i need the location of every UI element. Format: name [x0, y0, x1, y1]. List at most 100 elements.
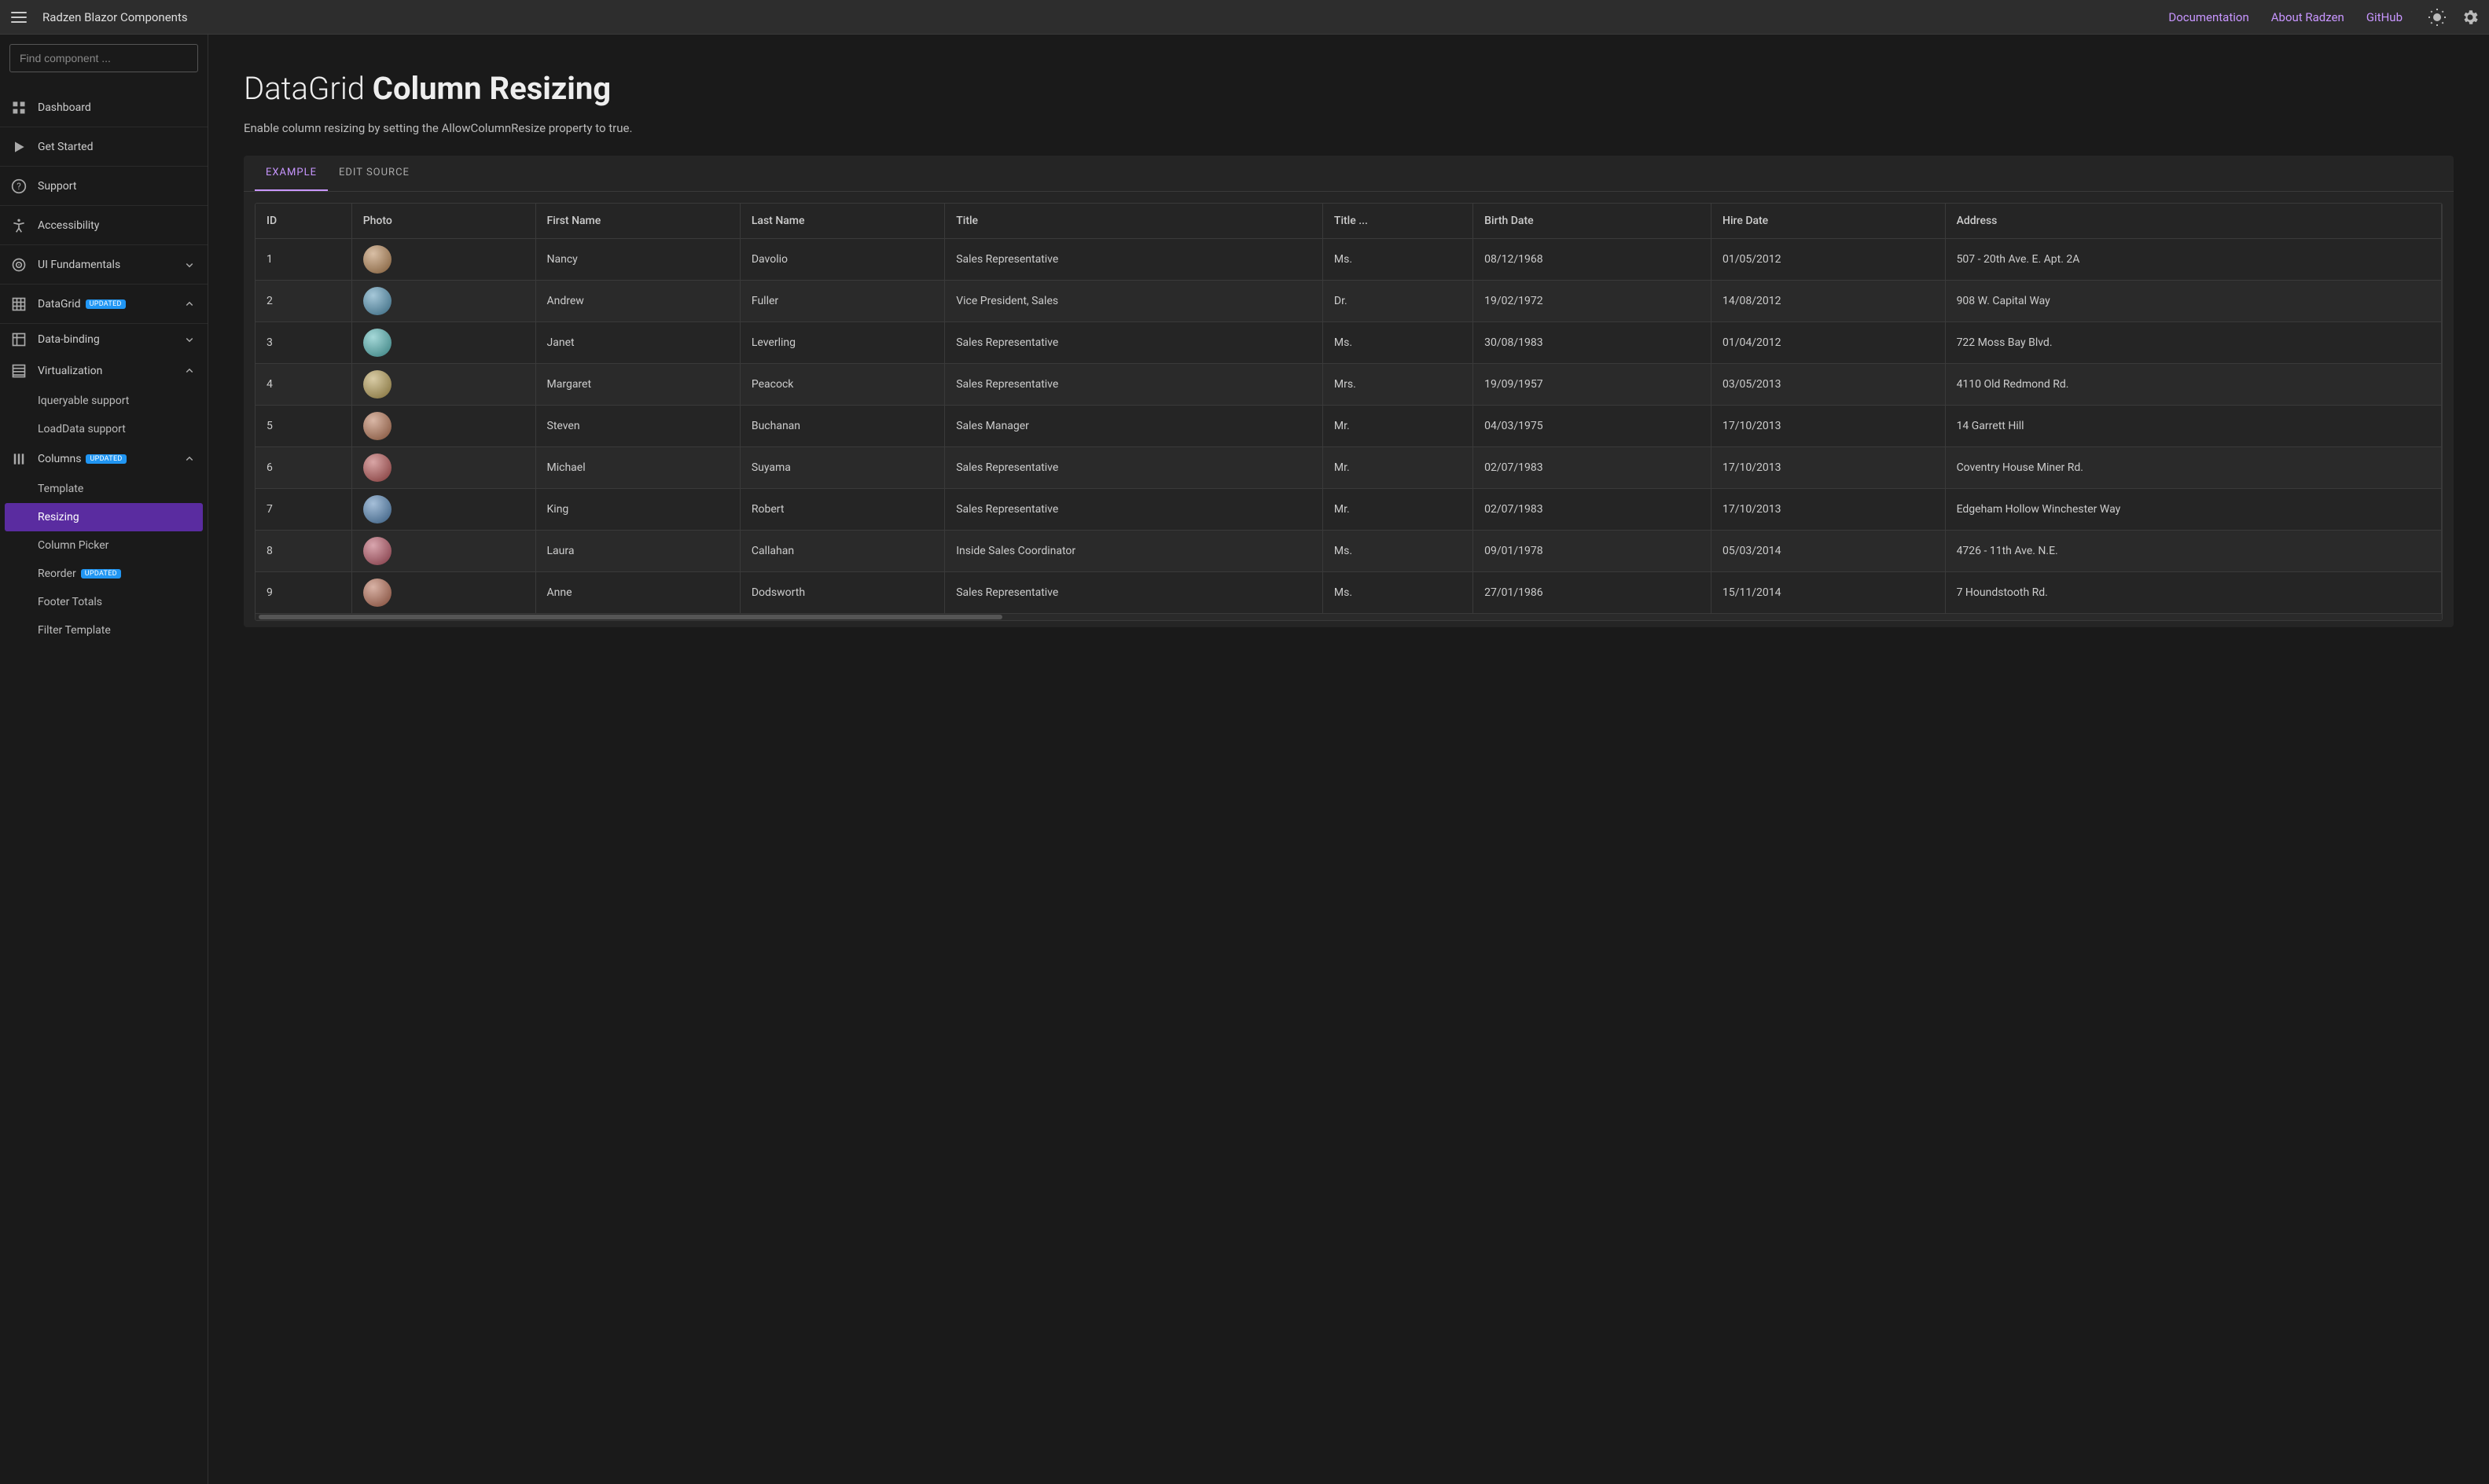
sidebar-item-label: Iqueryable support	[38, 395, 129, 407]
sidebar-item-virtualization[interactable]: Virtualization	[0, 355, 208, 387]
column-header-address[interactable]: Address	[1945, 204, 2441, 238]
cell-title-of-courtesy: Ms.	[1322, 321, 1472, 363]
column-header-hire-date[interactable]: Hire Date	[1711, 204, 1946, 238]
cell-first-name: King	[535, 488, 740, 530]
sidebar-item-filter-template[interactable]: Filter Template	[0, 616, 208, 645]
app-bar: Radzen Blazor Components Documentation A…	[0, 0, 2489, 35]
cell-birth-date: 04/03/1975	[1473, 405, 1711, 446]
cell-first-name: Margaret	[535, 363, 740, 405]
cell-photo	[351, 530, 535, 571]
cell-address: Edgeham Hollow Winchester Way	[1945, 488, 2441, 530]
cell-hire-date: 05/03/2014	[1711, 530, 1946, 571]
theme-toggle-icon[interactable]	[2428, 8, 2447, 27]
table-row[interactable]: 9AnneDodsworthSales RepresentativeMs.27/…	[256, 571, 2442, 613]
sidebar-item-ui-fundamentals[interactable]: UI Fundamentals	[0, 245, 208, 285]
sidebar-item-iqueryable-support[interactable]: Iqueryable support	[0, 387, 208, 415]
sidebar-item-dashboard[interactable]: Dashboard	[0, 88, 208, 127]
sidebar-item-reorder[interactable]: ReorderUPDATED	[0, 560, 208, 588]
cell-last-name: Leverling	[740, 321, 944, 363]
cell-birth-date: 02/07/1983	[1473, 446, 1711, 488]
cell-address: 14 Garrett Hill	[1945, 405, 2441, 446]
sidebar-item-footer-totals[interactable]: Footer Totals	[0, 588, 208, 616]
cell-title-of-courtesy: Mr.	[1322, 405, 1472, 446]
settings-icon[interactable]	[2461, 8, 2480, 27]
cell-id: 4	[256, 363, 351, 405]
cell-address: 722 Moss Bay Blvd.	[1945, 321, 2441, 363]
nav-link-documentation[interactable]: Documentation	[2168, 10, 2248, 24]
table-row[interactable]: 4MargaretPeacockSales RepresentativeMrs.…	[256, 363, 2442, 405]
grid-icon	[11, 296, 27, 312]
datagrid[interactable]: IDPhotoFirst NameLast NameTitleTitle ...…	[255, 203, 2443, 621]
sidebar-item-label: Filter Template	[38, 624, 111, 637]
chevron-down-icon	[182, 258, 197, 272]
table-row[interactable]: 7KingRobertSales RepresentativeMr.02/07/…	[256, 488, 2442, 530]
cell-birth-date: 30/08/1983	[1473, 321, 1711, 363]
page-title-bold: Column Resizing	[373, 70, 611, 107]
cell-first-name: Anne	[535, 571, 740, 613]
table-row[interactable]: 5StevenBuchananSales ManagerMr.04/03/197…	[256, 405, 2442, 446]
sidebar-item-get-started[interactable]: Get Started	[0, 127, 208, 167]
sidebar-item-datagrid[interactable]: DataGridUPDATED	[0, 285, 208, 324]
column-header-id[interactable]: ID	[256, 204, 351, 238]
cell-hire-date: 17/10/2013	[1711, 446, 1946, 488]
sidebar-item-data-binding[interactable]: Data-binding	[0, 324, 208, 355]
cell-id: 1	[256, 238, 351, 280]
cell-first-name: Andrew	[535, 280, 740, 321]
sidebar-item-accessibility[interactable]: Accessibility	[0, 206, 208, 245]
cell-last-name: Buchanan	[740, 405, 944, 446]
sidebar-item-resizing[interactable]: Resizing	[5, 503, 203, 531]
accessibility-icon	[11, 218, 27, 233]
page-subtitle: Enable column resizing by setting the Al…	[244, 121, 2454, 135]
dashboard-icon	[11, 100, 27, 116]
cell-photo	[351, 571, 535, 613]
table-row[interactable]: 1NancyDavolioSales RepresentativeMs.08/1…	[256, 238, 2442, 280]
cell-title-of-courtesy: Ms.	[1322, 238, 1472, 280]
svg-text:?: ?	[17, 181, 21, 192]
cell-address: 908 W. Capital Way	[1945, 280, 2441, 321]
cell-last-name: Suyama	[740, 446, 944, 488]
cell-birth-date: 02/07/1983	[1473, 488, 1711, 530]
cell-title: Sales Manager	[945, 405, 1323, 446]
sidebar-item-template[interactable]: Template	[0, 475, 208, 503]
table-row[interactable]: 8LauraCallahanInside Sales CoordinatorMs…	[256, 530, 2442, 571]
table-row[interactable]: 6MichaelSuyamaSales RepresentativeMr.02/…	[256, 446, 2442, 488]
table-row[interactable]: 3JanetLeverlingSales RepresentativeMs.30…	[256, 321, 2442, 363]
cell-title: Inside Sales Coordinator	[945, 530, 1323, 571]
cell-last-name: Robert	[740, 488, 944, 530]
column-header-title[interactable]: Title	[945, 204, 1323, 238]
sidebar-item-label: Dashboard	[38, 101, 91, 114]
cell-title: Sales Representative	[945, 571, 1323, 613]
horizontal-scrollbar[interactable]	[256, 614, 2442, 620]
column-header-photo[interactable]: Photo	[351, 204, 535, 238]
column-header-birth-date[interactable]: Birth Date	[1473, 204, 1711, 238]
sidebar-item-support[interactable]: ?Support	[0, 167, 208, 206]
tab-edit-source[interactable]: EDIT SOURCE	[328, 156, 421, 191]
cell-birth-date: 19/02/1972	[1473, 280, 1711, 321]
cell-title-of-courtesy: Ms.	[1322, 571, 1472, 613]
cell-photo	[351, 405, 535, 446]
cell-birth-date: 09/01/1978	[1473, 530, 1711, 571]
cell-id: 9	[256, 571, 351, 613]
cell-hire-date: 01/04/2012	[1711, 321, 1946, 363]
nav-link-github[interactable]: GitHub	[2366, 10, 2403, 24]
cell-title: Sales Representative	[945, 363, 1323, 405]
column-header-first-name[interactable]: First Name	[535, 204, 740, 238]
sidebar-item-label: DataGrid	[38, 298, 81, 310]
table-row[interactable]: 2AndrewFullerVice President, SalesDr.19/…	[256, 280, 2442, 321]
cell-first-name: Laura	[535, 530, 740, 571]
search-input[interactable]	[9, 44, 198, 72]
tab-example[interactable]: EXAMPLE	[255, 156, 328, 191]
sidebar-item-column-picker[interactable]: Column Picker	[0, 531, 208, 560]
avatar	[363, 495, 392, 523]
sidebar-item-loaddata-support[interactable]: LoadData support	[0, 415, 208, 443]
sidebar-item-columns[interactable]: ColumnsUPDATED	[0, 443, 208, 475]
column-header-last-name[interactable]: Last Name	[740, 204, 944, 238]
cell-title: Sales Representative	[945, 321, 1323, 363]
avatar	[363, 454, 392, 482]
virt-icon	[11, 363, 27, 379]
page-title-light: DataGrid	[244, 70, 373, 107]
column-header-title-[interactable]: Title ...	[1322, 204, 1472, 238]
avatar	[363, 537, 392, 565]
menu-icon[interactable]	[9, 8, 28, 27]
nav-link-about[interactable]: About Radzen	[2271, 10, 2344, 24]
